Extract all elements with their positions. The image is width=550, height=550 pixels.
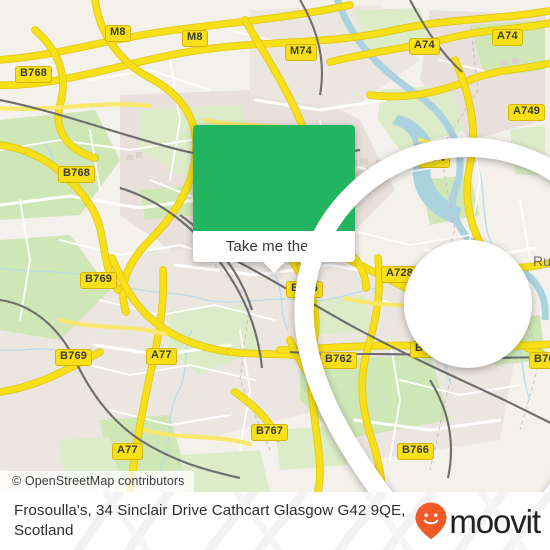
map-canvas[interactable]: .park { fill:#cfe6b6; } .parkL { fill:#d… (0, 0, 550, 492)
road-shield: B769 (80, 272, 118, 289)
road-shield: B769 (55, 349, 93, 366)
road-shield: A74 (409, 38, 440, 55)
road-shield: A74 (492, 29, 523, 46)
address-line-1: Frosoulla's, 34 Sinclair Drive Cathcart … (14, 502, 367, 519)
road-shield: B768 (15, 66, 53, 83)
road-shield: A77 (146, 348, 177, 365)
location-popup-card[interactable]: Take me there (193, 125, 550, 492)
moovit-map-screenshot: .park { fill:#cfe6b6; } .parkL { fill:#d… (0, 0, 550, 550)
road-shield: M74 (285, 44, 317, 61)
road-shield: A77 (112, 443, 143, 460)
location-pin-icon (294, 137, 550, 492)
popup-icon-area (193, 125, 550, 492)
address-text: Frosoulla's, 34 Sinclair Drive Cathcart … (14, 501, 406, 541)
road-shield: M8 (182, 30, 208, 47)
moovit-logo[interactable]: moovit (414, 501, 541, 541)
moovit-wordmark: moovit (449, 502, 541, 540)
road-shield: M8 (105, 25, 131, 42)
footer-bar: Frosoulla's, 34 Sinclair Drive Cathcart … (0, 492, 550, 550)
road-shield: A749 (508, 104, 546, 121)
road-shield: B768 (58, 166, 96, 183)
osm-attribution[interactable]: © OpenStreetMap contributors (0, 471, 194, 492)
popup-pointer-tail (263, 262, 285, 273)
moovit-pin-icon (415, 502, 447, 540)
